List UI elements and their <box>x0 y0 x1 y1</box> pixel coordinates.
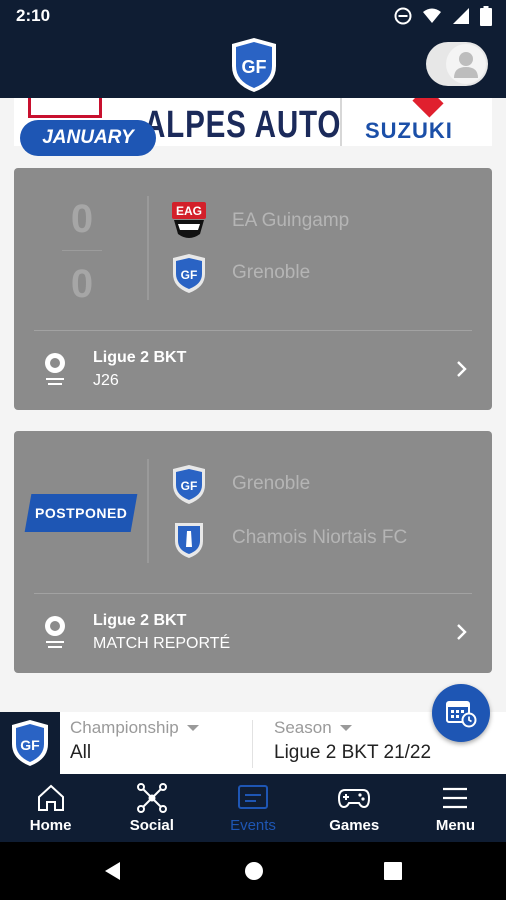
status-time: 2:10 <box>16 6 51 25</box>
grenoble-logo-icon: GF <box>173 465 205 504</box>
club-logo-icon[interactable]: GF <box>229 36 279 94</box>
chevron-right-icon[interactable] <box>452 359 472 379</box>
score-column: 0 0 <box>62 192 102 311</box>
filter-bar: GF Championship All Season Ligue 2 BKT 2… <box>0 712 506 774</box>
home-score: 0 <box>70 197 94 241</box>
club-logo-letters: GF <box>242 57 267 77</box>
championship-label-text: Championship <box>70 718 179 737</box>
calendar-fab-button[interactable] <box>432 684 490 742</box>
nav-social[interactable]: Social <box>101 774 202 842</box>
chamois-niortais-logo-icon <box>175 523 203 558</box>
nav-menu-label: Menu <box>435 816 475 834</box>
nav-events[interactable]: Events <box>202 774 303 842</box>
status-bar: 2:10 <box>0 0 506 32</box>
nav-home-label: Home <box>29 816 72 834</box>
competition-name: Ligue 2 BKT <box>93 349 187 366</box>
match-round: J26 <box>93 372 119 389</box>
nav-events-label: Events <box>230 816 276 834</box>
nav-social-label: Social <box>129 816 174 834</box>
home-team-name: Grenoble <box>232 473 311 494</box>
sponsor-text: ALPES AUTO <box>144 104 342 146</box>
championship-value: All <box>70 742 92 763</box>
recents-icon[interactable] <box>382 860 404 882</box>
away-team-name: Chamois Niortais FC <box>232 527 408 548</box>
menu-icon <box>443 787 468 808</box>
away-team-row: GF Grenoble <box>170 252 310 294</box>
season-label-text: Season <box>274 718 332 737</box>
championship-label: Championship <box>70 718 250 738</box>
home-icon <box>37 784 64 811</box>
away-team-name: Grenoble <box>232 262 311 283</box>
card-divider <box>34 330 472 331</box>
battery-icon <box>480 6 492 26</box>
nav-home[interactable]: Home <box>0 774 101 842</box>
vertical-divider <box>147 196 149 300</box>
gamepad-icon <box>338 788 371 808</box>
events-content[interactable]: ALPES AUTO SUZUKI JANUARY 0 0 EAG EA Gui… <box>0 98 506 712</box>
nav-games[interactable]: Games <box>304 774 405 842</box>
match-card[interactable]: POSTPONED GF Grenoble Chamois Niortais F… <box>14 431 492 673</box>
month-label: JANUARY <box>20 120 156 156</box>
svg-text:GF: GF <box>20 737 40 753</box>
status-icons <box>394 6 492 26</box>
profile-avatar-button[interactable] <box>426 42 488 86</box>
chevron-down-icon <box>186 725 199 731</box>
competition-row[interactable]: Ligue 2 BKT J26 <box>38 344 472 394</box>
nav-menu[interactable]: Menu <box>405 774 506 842</box>
do-not-disturb-icon <box>394 7 412 25</box>
postponed-badge: POSTPONED <box>24 494 138 532</box>
svg-text:GF: GF <box>181 268 198 282</box>
competition-row[interactable]: Ligue 2 BKT MATCH REPORTÉ <box>38 607 472 657</box>
match-round: MATCH REPORTÉ <box>93 635 231 652</box>
chevron-down-icon <box>339 725 352 731</box>
filter-club-logo: GF <box>0 712 60 774</box>
bottom-nav: Home Social Events Games Menu <box>0 774 506 842</box>
eag-logo-text: EAG <box>176 204 202 218</box>
eag-logo-icon: EAG <box>172 202 206 238</box>
wifi-icon <box>423 8 441 23</box>
score-separator <box>62 250 102 251</box>
away-team-row: Chamois Niortais FC <box>170 517 407 559</box>
sponsor-mark <box>28 98 102 118</box>
match-card[interactable]: 0 0 EAG EA Guingamp GF Grenoble Ligue 2 … <box>14 168 492 410</box>
vertical-divider <box>147 459 149 563</box>
suzuki-logo-icon <box>412 98 444 118</box>
android-nav-bar <box>0 842 506 900</box>
grenoble-logo-icon: GF <box>173 254 205 293</box>
home-team-row: EAG EA Guingamp <box>170 200 349 242</box>
nav-games-label: Games <box>329 816 380 834</box>
social-network-icon <box>136 782 167 813</box>
events-icon <box>238 784 268 809</box>
home-circle-icon[interactable] <box>243 860 265 882</box>
suzuki-text: SUZUKI <box>365 118 453 143</box>
away-score: 0 <box>70 262 94 306</box>
chevron-right-icon[interactable] <box>452 622 472 642</box>
back-icon[interactable] <box>102 860 124 882</box>
sponsor-divider <box>340 98 342 146</box>
ligue-2-logo-icon <box>45 353 65 385</box>
cell-signal-icon <box>453 8 469 24</box>
card-divider <box>34 593 472 594</box>
club-logo-icon: GF <box>12 720 48 766</box>
ligue-2-logo-icon <box>45 616 65 648</box>
avatar <box>446 44 486 84</box>
competition-name: Ligue 2 BKT <box>93 612 187 629</box>
season-value: Ligue 2 BKT 21/22 <box>274 742 432 763</box>
app-header: GF <box>0 32 506 98</box>
home-team-row: GF Grenoble <box>170 463 310 505</box>
championship-dropdown[interactable]: Championship All <box>70 718 250 770</box>
postponed-label: POSTPONED <box>34 505 128 521</box>
profile-avatar-icon <box>454 52 478 78</box>
home-team-name: EA Guingamp <box>232 210 350 231</box>
calendar-icon <box>446 701 477 728</box>
svg-text:GF: GF <box>181 479 198 493</box>
filter-divider <box>252 720 253 768</box>
